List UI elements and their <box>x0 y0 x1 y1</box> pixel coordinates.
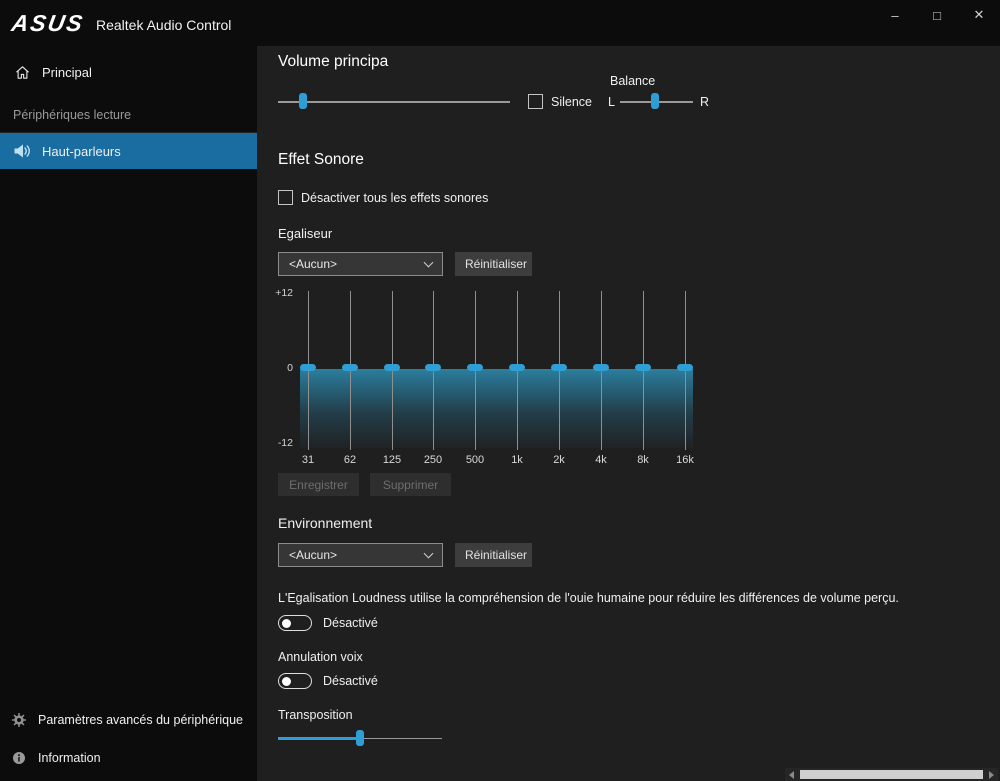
eq-band-handle[interactable] <box>300 364 316 371</box>
sidebar-item-label: Information <box>38 751 101 765</box>
scrollbar-thumb[interactable] <box>800 770 983 779</box>
sidebar-item-label: Haut-parleurs <box>42 144 121 159</box>
transposition-label: Transposition <box>278 708 353 722</box>
toggle-knob <box>282 619 291 628</box>
window-controls: – □ ✕ <box>874 0 1000 30</box>
app-title: Realtek Audio Control <box>96 17 231 33</box>
eq-band-handle[interactable] <box>509 364 525 371</box>
eq-band-label: 16k <box>665 454 705 466</box>
sidebar-item-information[interactable]: Information <box>0 739 257 777</box>
equalizer-reset-button[interactable]: Réinitialiser <box>455 252 532 276</box>
eq-band-handle[interactable] <box>384 364 400 371</box>
asus-logo: ASUS <box>10 10 87 37</box>
transposition-slider-handle[interactable] <box>356 730 364 746</box>
maximize-button[interactable]: □ <box>916 0 958 30</box>
equalizer-preset-value: <Aucun> <box>289 257 425 271</box>
balance-left-label: L <box>608 95 615 109</box>
loudness-state-label: Désactivé <box>323 616 378 630</box>
minimize-button[interactable]: – <box>874 0 916 30</box>
sidebar-item-label: Paramètres avancés du périphérique <box>38 713 243 727</box>
eq-band-label: 125 <box>372 454 412 466</box>
eq-band-label: 4k <box>581 454 621 466</box>
scroll-right-arrow[interactable] <box>985 768 998 781</box>
eq-band-label: 500 <box>455 454 495 466</box>
eq-band-4k[interactable]: 4k <box>593 291 609 471</box>
titlebar: ASUS Realtek Audio Control – □ ✕ <box>0 0 1000 46</box>
sidebar: Principal Périphériques lecture Haut-par… <box>0 46 257 781</box>
eq-band-handle[interactable] <box>467 364 483 371</box>
equalizer-delete-button[interactable]: Supprimer <box>370 473 451 496</box>
chevron-down-icon <box>424 258 434 268</box>
toggle-knob <box>282 677 291 686</box>
eq-band-label: 1k <box>497 454 537 466</box>
environment-label: Environnement <box>278 515 372 531</box>
eq-band-500[interactable]: 500 <box>467 291 483 471</box>
environment-preset-dropdown[interactable]: <Aucun> <box>278 543 443 567</box>
realtek-audio-control-window: ASUS Realtek Audio Control – □ ✕ Princip… <box>0 0 1000 781</box>
info-icon <box>10 749 28 767</box>
voice-cancellation-toggle[interactable] <box>278 673 312 689</box>
gear-icon <box>10 711 28 729</box>
speaker-icon <box>13 142 31 160</box>
environment-reset-button[interactable]: Réinitialiser <box>455 543 532 567</box>
eq-band-16k[interactable]: 16k <box>677 291 693 471</box>
sidebar-item-principal[interactable]: Principal <box>0 54 257 90</box>
eq-band-handle[interactable] <box>593 364 609 371</box>
environment-preset-value: <Aucun> <box>289 548 425 562</box>
eq-band-handle[interactable] <box>635 364 651 371</box>
loudness-toggle[interactable] <box>278 615 312 631</box>
mute-checkbox[interactable] <box>528 94 543 109</box>
sound-effects-title: Effet Sonore <box>278 151 364 169</box>
eq-band-label: 2k <box>539 454 579 466</box>
disable-effects-label: Désactiver tous les effets sonores <box>301 191 488 205</box>
voice-cancellation-state-label: Désactivé <box>323 674 378 688</box>
eq-band-handle[interactable] <box>342 364 358 371</box>
equalizer-save-button[interactable]: Enregistrer <box>278 473 359 496</box>
main-content: Volume principa Silence Balance L R Effe… <box>257 46 1000 781</box>
balance-slider-handle[interactable] <box>651 93 659 109</box>
eq-band-handle[interactable] <box>677 364 693 371</box>
eq-band-label: 250 <box>413 454 453 466</box>
eq-band-label: 62 <box>330 454 370 466</box>
equalizer-preset-dropdown[interactable]: <Aucun> <box>278 252 443 276</box>
volume-slider-track[interactable] <box>278 101 510 103</box>
eq-scale-min: -12 <box>263 437 293 449</box>
sidebar-item-label: Principal <box>42 65 92 80</box>
eq-band-handle[interactable] <box>551 364 567 371</box>
sidebar-item-advanced-settings[interactable]: Paramètres avancés du périphérique <box>0 701 257 739</box>
mute-label: Silence <box>551 95 592 109</box>
home-icon <box>13 63 31 81</box>
voice-cancellation-label: Annulation voix <box>278 650 363 664</box>
sidebar-bottom: Paramètres avancés du périphérique Infor… <box>0 701 257 777</box>
balance-right-label: R <box>700 95 709 109</box>
disable-effects-checkbox[interactable] <box>278 190 293 205</box>
sidebar-item-speakers[interactable]: Haut-parleurs <box>0 133 257 169</box>
volume-slider-handle[interactable] <box>299 93 307 109</box>
eq-band-1k[interactable]: 1k <box>509 291 525 471</box>
eq-band-label: 8k <box>623 454 663 466</box>
horizontal-scrollbar <box>785 768 998 781</box>
eq-scale-mid: 0 <box>263 362 293 374</box>
scroll-left-arrow[interactable] <box>785 768 798 781</box>
loudness-description: L'Egalisation Loudness utilise la compré… <box>278 591 978 605</box>
playback-devices-section-label: Périphériques lecture <box>0 108 257 133</box>
transposition-slider-fill <box>278 737 360 740</box>
close-button[interactable]: ✕ <box>958 0 1000 30</box>
chevron-down-icon <box>424 549 434 559</box>
balance-label: Balance <box>610 74 655 88</box>
eq-band-250[interactable]: 250 <box>425 291 441 471</box>
eq-scale-max: +12 <box>263 287 293 299</box>
eq-band-125[interactable]: 125 <box>384 291 400 471</box>
eq-band-handle[interactable] <box>425 364 441 371</box>
eq-band-31[interactable]: 31 <box>300 291 316 471</box>
eq-band-62[interactable]: 62 <box>342 291 358 471</box>
equalizer-label: Egaliseur <box>278 226 332 241</box>
eq-band-8k[interactable]: 8k <box>635 291 651 471</box>
volume-section-title: Volume principa <box>278 53 388 71</box>
eq-band-2k[interactable]: 2k <box>551 291 567 471</box>
eq-band-label: 31 <box>288 454 328 466</box>
